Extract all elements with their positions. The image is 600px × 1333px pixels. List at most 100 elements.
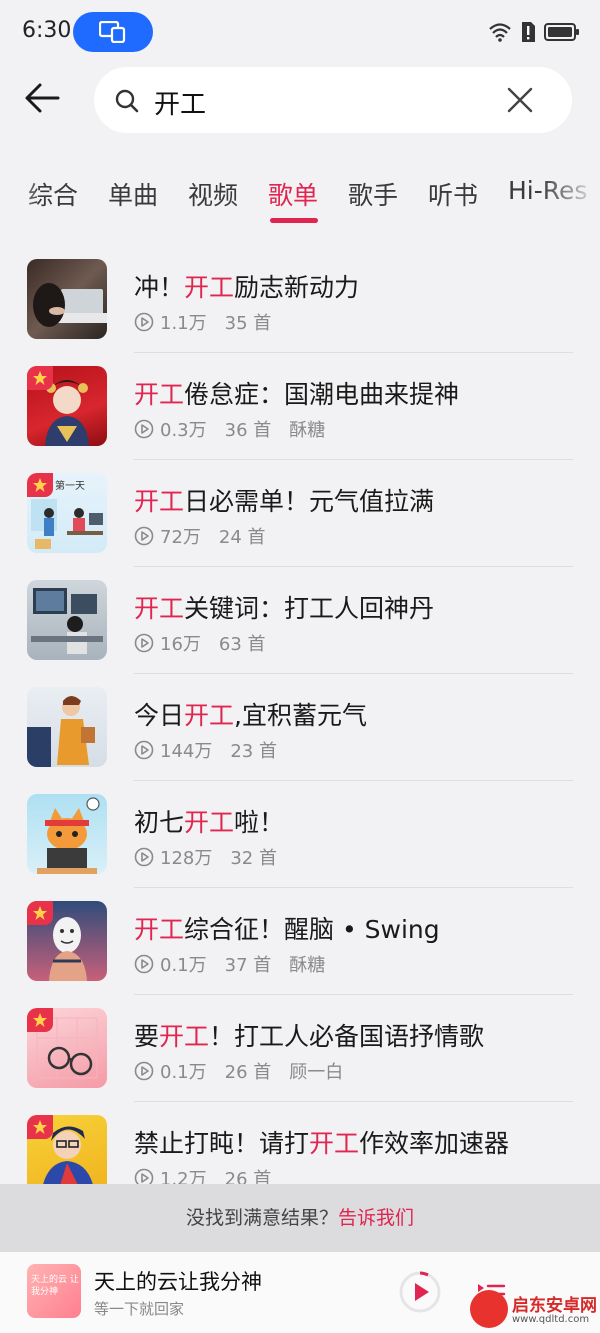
play-count: 72万 <box>160 527 201 548</box>
playlist-title: 要开工！打工人必备国语抒情歌 <box>134 1022 485 1051</box>
playlist-meta: 1.1万 35 首 <box>134 309 289 335</box>
playlist-meta: 1.2万 26 首 <box>134 1165 289 1184</box>
search-query-text[interactable]: 开工 <box>154 84 206 121</box>
track-count: 32 首 <box>230 848 277 869</box>
official-badge <box>27 473 53 497</box>
playlist-author: 顾一白 <box>289 1062 344 1083</box>
tab-videos[interactable]: 视频 <box>188 176 238 212</box>
sim-alert-icon <box>522 22 535 42</box>
play-count-icon <box>134 1168 154 1184</box>
watermark-url: www.qdltd.com <box>512 1314 590 1325</box>
cover-illustration <box>27 696 95 767</box>
list-item[interactable]: 第一天 开工日必需单！元气值拉满 72万 24 首 <box>0 460 600 567</box>
playlist-meta: 16万 63 首 <box>134 630 284 656</box>
playlist-title: 禁止打盹！请打开工作效率加速器 <box>134 1129 510 1158</box>
play-count: 16万 <box>160 634 201 655</box>
track-count: 24 首 <box>218 527 266 548</box>
playlist-cover <box>27 259 107 339</box>
play-count: 1.2万 <box>160 1169 207 1184</box>
list-item[interactable]: 禁止打盹！请打开工作效率加速器 1.2万 26 首 <box>0 1102 600 1184</box>
play-count-icon <box>134 954 154 974</box>
tab-playlists[interactable]: 歌单 <box>268 176 318 212</box>
battery-icon <box>544 23 579 41</box>
playlist-cover <box>27 366 107 446</box>
track-count: 63 首 <box>218 634 266 655</box>
watermark-name: 启东安卓网 <box>512 1296 597 1316</box>
wifi-icon <box>489 23 511 42</box>
tab-songs[interactable]: 单曲 <box>108 176 158 212</box>
site-watermark: 启东安卓网 www.qdltd.com <box>470 1290 600 1333</box>
list-item[interactable]: 今日开工,宜积蓄元气 144万 23 首 <box>0 674 600 781</box>
list-item[interactable]: 要开工！打工人必备国语抒情歌 0.1万 26 首 顾一白 <box>0 995 600 1102</box>
list-item[interactable]: 开工倦怠症：国潮电曲来提神 0.3万 36 首 酥糖 <box>0 353 600 460</box>
play-count-icon <box>134 847 154 867</box>
track-count: 35 首 <box>224 313 272 334</box>
official-badge <box>27 901 53 925</box>
playlist-title: 开工关键词：打工人回神丹 <box>134 594 435 623</box>
arrow-left-icon <box>25 83 60 113</box>
play-count-icon <box>134 1061 154 1081</box>
cover-illustration <box>31 588 103 654</box>
list-item[interactable]: 初七开工啦！ 128万 32 首 <box>0 781 600 888</box>
play-count-icon <box>134 740 154 760</box>
playlist-cover <box>27 580 107 660</box>
playlist-meta: 144万 23 首 <box>134 737 295 763</box>
track-count: 36 首 <box>224 420 272 441</box>
official-badge <box>27 1008 53 1032</box>
playlist-title: 今日开工,宜积蓄元气 <box>134 701 367 730</box>
track-count: 37 首 <box>224 955 272 976</box>
search-input[interactable]: 开工 <box>94 67 572 133</box>
active-tab-indicator <box>270 218 318 223</box>
playlist-cover <box>27 687 107 767</box>
playlist-cover <box>27 901 107 981</box>
playlist-title: 初七开工啦！ <box>134 808 285 837</box>
play-icon <box>399 1271 441 1313</box>
playlist-cover <box>27 1008 107 1088</box>
play-count: 144万 <box>160 741 213 762</box>
now-playing-title: 天上的云让我分神 <box>94 1270 262 1294</box>
play-count: 1.1万 <box>160 313 207 334</box>
play-count: 0.1万 <box>160 955 207 976</box>
status-icons <box>488 20 580 44</box>
tab-audiobooks[interactable]: 听书 <box>428 176 478 212</box>
tab-fade-right <box>540 166 600 226</box>
play-count-icon <box>134 419 154 439</box>
watermark-logo-icon <box>470 1290 508 1328</box>
list-item[interactable]: 开工综合征！醒脑 • Swing 0.1万 37 首 酥糖 <box>0 888 600 995</box>
cover-caption: 第一天 <box>55 481 85 492</box>
status-bar: 6:30 <box>0 0 600 64</box>
play-count-icon <box>134 312 154 332</box>
playlist-title: 开工综合征！醒脑 • Swing <box>134 915 440 944</box>
playlist-results: 冲！开工励志新动力 1.1万 35 首 开工倦怠症：国潮电曲来提神 0.3万 3… <box>0 246 600 1184</box>
now-playing-cover: 天上的云 让我分神 <box>27 1264 81 1318</box>
search-icon <box>115 89 139 113</box>
list-item[interactable]: 开工关键词：打工人回神丹 16万 63 首 <box>0 567 600 674</box>
feedback-text: 没找到满意结果？ <box>185 1207 338 1229</box>
playlist-meta: 0.3万 36 首 酥糖 <box>134 416 343 442</box>
play-count: 0.1万 <box>160 1062 207 1083</box>
playlist-title: 开工日必需单！元气值拉满 <box>134 487 435 516</box>
star-icon <box>33 1013 47 1027</box>
back-button[interactable] <box>22 78 72 122</box>
track-count: 26 首 <box>224 1169 272 1184</box>
play-count: 0.3万 <box>160 420 207 441</box>
playlist-meta: 128万 32 首 <box>134 844 295 870</box>
playlist-title: 开工倦怠症：国潮电曲来提神 <box>134 380 460 409</box>
play-count-icon <box>134 526 154 546</box>
official-badge <box>27 366 53 390</box>
official-badge <box>27 1115 53 1139</box>
screen-cast-icon <box>99 21 126 43</box>
playlist-title: 冲！开工励志新动力 <box>134 273 360 302</box>
clear-icon[interactable] <box>506 86 534 114</box>
screen-cast-button[interactable] <box>73 12 153 52</box>
tab-fade-left <box>0 166 40 226</box>
playlist-author: 酥糖 <box>289 955 326 976</box>
feedback-link[interactable]: 告诉我们 <box>338 1207 414 1229</box>
playlist-cover <box>27 1115 107 1184</box>
play-count: 128万 <box>160 848 213 869</box>
tab-artists[interactable]: 歌手 <box>348 176 398 212</box>
list-item[interactable]: 冲！开工励志新动力 1.1万 35 首 <box>0 246 600 353</box>
play-button[interactable] <box>398 1270 442 1314</box>
status-time: 6:30 <box>22 18 72 43</box>
star-icon <box>33 1120 47 1134</box>
